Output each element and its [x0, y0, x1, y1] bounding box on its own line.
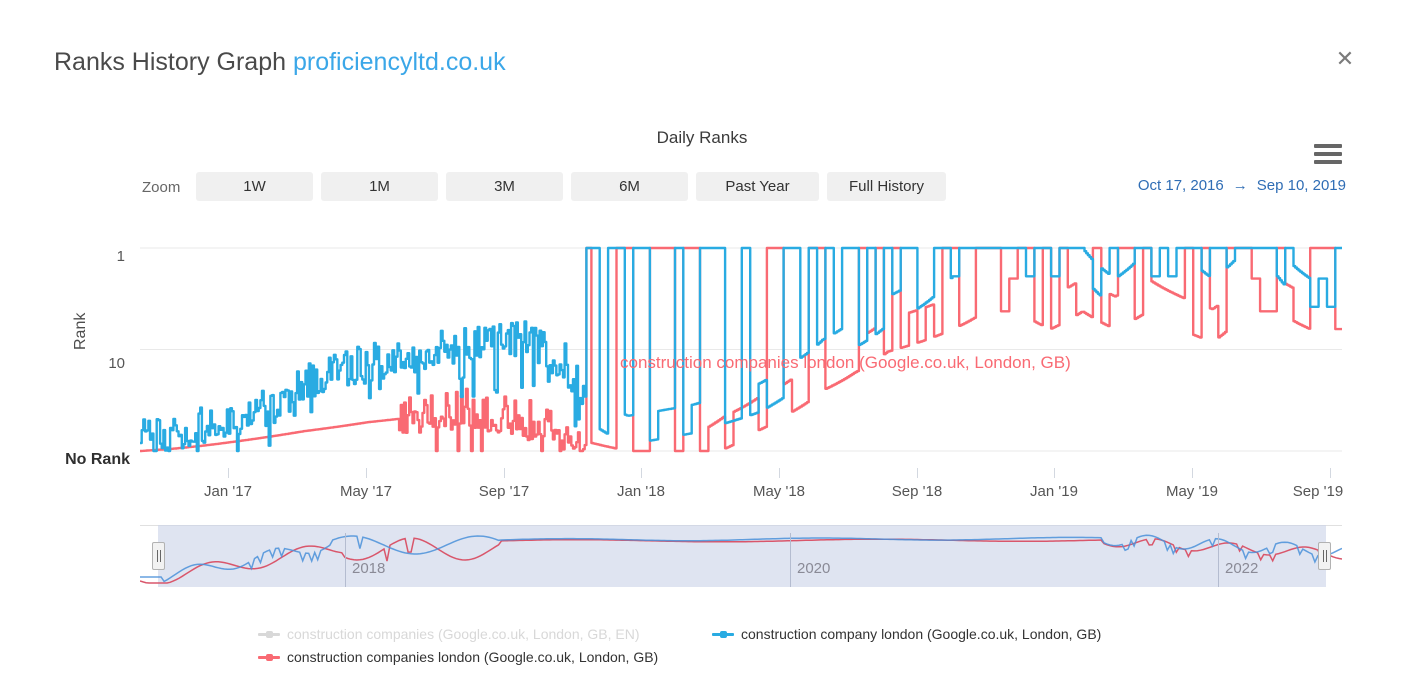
- x-axis-label-sep-17: Sep '17: [478, 483, 530, 500]
- domain-link[interactable]: proficiencyltd.co.uk: [293, 48, 506, 76]
- y-axis-tick-10: 10: [108, 355, 125, 372]
- date-range-from[interactable]: Oct 17, 2016: [1138, 177, 1224, 194]
- navigator-year-tick: [790, 533, 791, 587]
- legend-item-construction-companies[interactable]: construction companies (Google.co.uk, Lo…: [258, 626, 640, 642]
- zoom-button-3m[interactable]: 3M: [446, 172, 563, 201]
- date-range: Oct 17, 2016 → Sep 10, 2019: [1138, 177, 1346, 194]
- zoom-button-1w[interactable]: 1W: [196, 172, 313, 201]
- zoom-label: Zoom: [142, 179, 181, 196]
- navigator-year-2020: 2020: [797, 560, 831, 577]
- page-title-text: Ranks History Graph: [54, 48, 293, 76]
- navigator[interactable]: 2018 2020 2022: [140, 525, 1342, 587]
- chart-container: Daily Ranks Zoom 1W 1M 3M 6M Past Year F…: [0, 110, 1404, 674]
- close-icon[interactable]: ✕: [1332, 47, 1358, 73]
- legend-label: construction company london (Google.co.u…: [741, 626, 1102, 642]
- date-range-to[interactable]: Sep 10, 2019: [1257, 177, 1346, 194]
- legend-marker-icon: [712, 628, 734, 640]
- x-axis-label-sep-18: Sep '18: [891, 483, 943, 500]
- legend-label: construction companies london (Google.co…: [287, 649, 659, 665]
- zoom-button-group: 1W 1M 3M 6M Past Year Full History: [196, 172, 946, 201]
- series-annotation: construction companies london (Google.co…: [620, 353, 1071, 372]
- navigator-year-tick: [345, 533, 346, 587]
- navigator-series: [140, 534, 1342, 584]
- zoom-button-full-history[interactable]: Full History: [827, 172, 946, 201]
- y-axis-title: Rank: [72, 312, 89, 350]
- hamburger-bar: [1314, 152, 1342, 156]
- navigator-year-tick: [1218, 533, 1219, 587]
- ranks-history-modal: Ranks History Graph proficiencyltd.co.uk…: [0, 0, 1404, 674]
- hamburger-bar: [1314, 144, 1342, 148]
- x-axis-label-jan-18: Jan '18: [617, 483, 665, 500]
- navigator-handle-right[interactable]: [1318, 542, 1331, 570]
- x-axis-label-jan-19: Jan '19: [1030, 483, 1078, 500]
- date-range-arrow-icon: →: [1232, 177, 1248, 194]
- x-axis-label-may-18: May '18: [752, 483, 806, 500]
- zoom-button-1m[interactable]: 1M: [321, 172, 438, 201]
- range-selector: Zoom 1W 1M 3M 6M Past Year Full History …: [0, 172, 1404, 206]
- modal-header: Ranks History Graph proficiencyltd.co.uk…: [0, 0, 1404, 110]
- zoom-button-6m[interactable]: 6M: [571, 172, 688, 201]
- legend-item-construction-companies-london[interactable]: construction companies london (Google.co…: [258, 649, 658, 665]
- zoom-button-past-year[interactable]: Past Year: [696, 172, 819, 201]
- x-axis-label-jan-17: Jan '17: [204, 483, 252, 500]
- x-axis-label-sep-19: Sep '19: [1292, 483, 1344, 500]
- navigator-handle-left[interactable]: [152, 542, 165, 570]
- navigator-year-2018: 2018: [352, 560, 386, 577]
- hamburger-bar: [1314, 160, 1342, 164]
- chart-legend: construction companies (Google.co.uk, Lo…: [0, 626, 1404, 672]
- legend-label: construction companies (Google.co.uk, Lo…: [287, 626, 640, 642]
- x-axis-label-may-19: May '19: [1165, 483, 1219, 500]
- navigator-year-2022: 2022: [1225, 560, 1259, 577]
- page-title: Ranks History Graph proficiencyltd.co.uk: [54, 48, 506, 77]
- chart-title: Daily Ranks: [656, 128, 748, 147]
- legend-marker-icon: [258, 651, 280, 663]
- hamburger-menu-icon[interactable]: [1314, 142, 1342, 166]
- x-axis-label-may-17: May '17: [339, 483, 393, 500]
- legend-marker-icon: [258, 628, 280, 640]
- y-axis-tick-no-rank: No Rank: [65, 451, 130, 468]
- y-axis-tick-1: 1: [116, 248, 125, 265]
- legend-item-construction-company-london[interactable]: construction company london (Google.co.u…: [712, 626, 1101, 642]
